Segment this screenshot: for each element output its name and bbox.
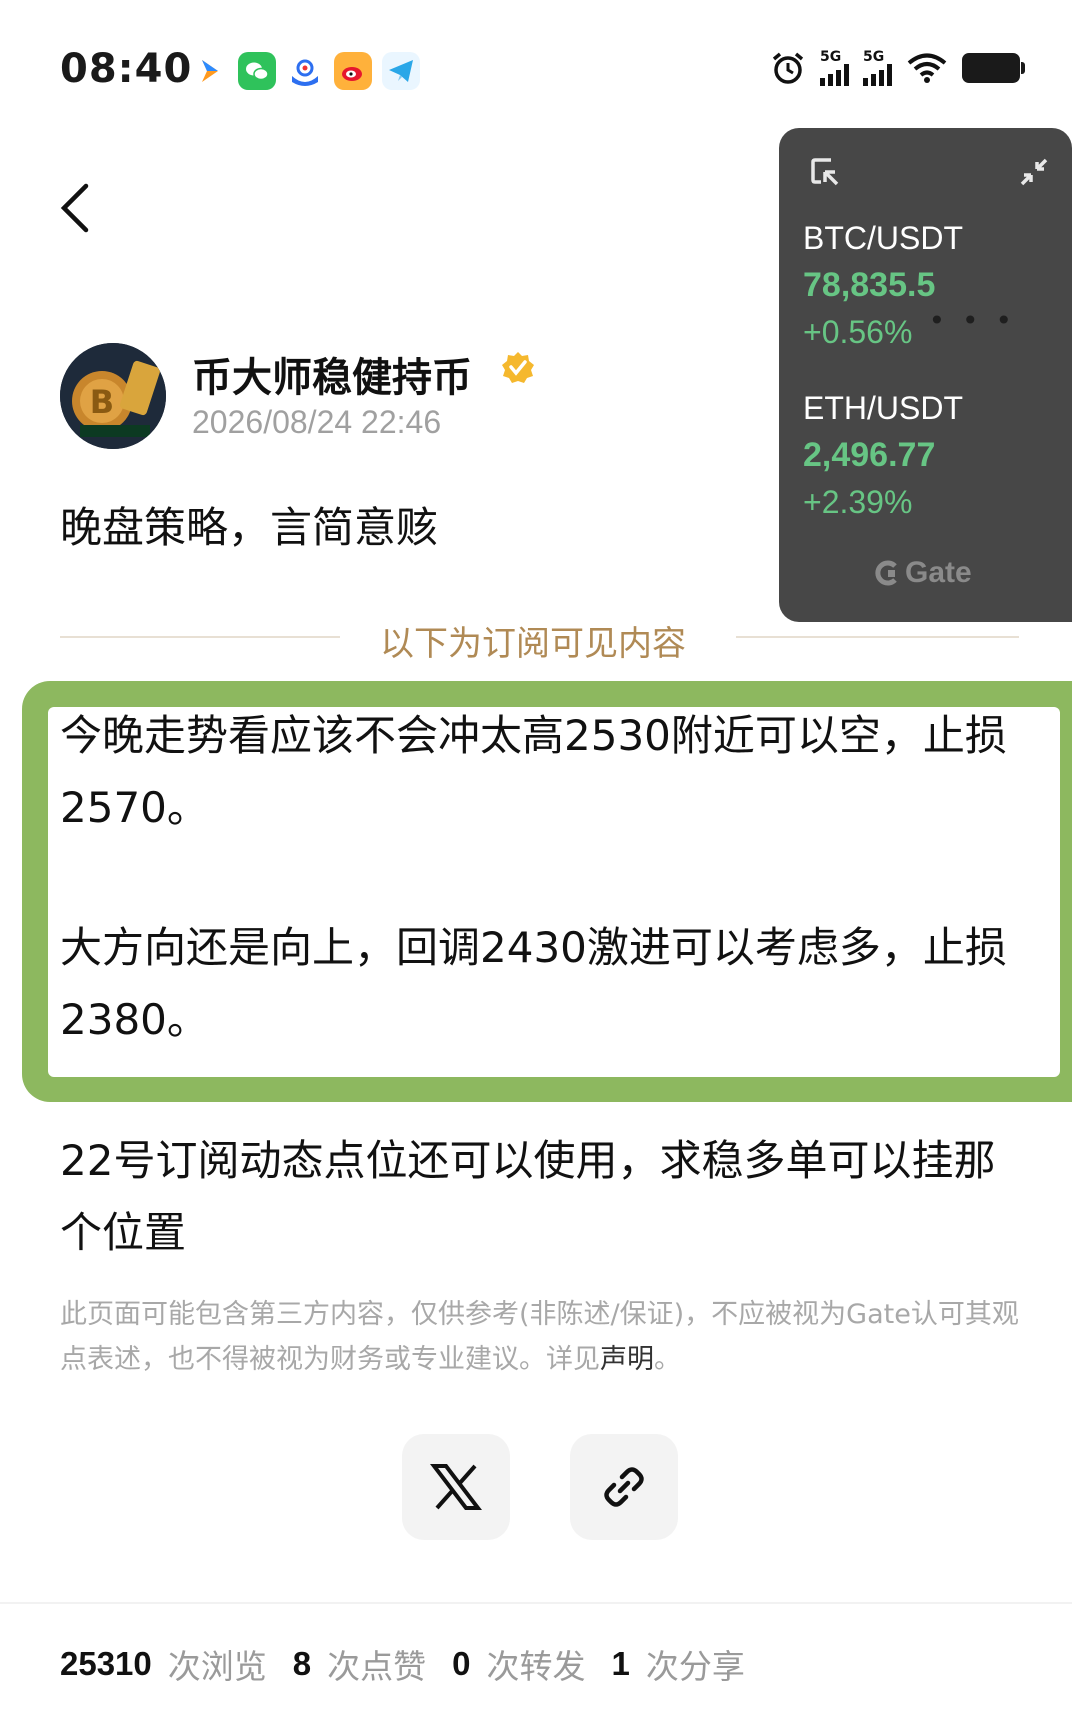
browser-app-icon [286,52,324,90]
disclaimer-link[interactable]: 声明 [600,1344,654,1375]
svg-text:B: B [90,383,114,421]
post-title: 晚盘策略，言简意赅 [60,503,439,552]
battery-icon [962,53,1025,83]
shares-label: 次分享 [645,1647,745,1686]
status-time: 08:40 [60,46,193,92]
copy-link-button[interactable] [570,1434,678,1540]
disclaimer: 此页面可能包含第三方内容，仅供参考(非陈述/保证)，不应被视为Gate认可其观点… [60,1292,1020,1382]
alarm-icon [772,52,804,84]
divider-line-left [60,636,340,638]
link-icon [604,1467,644,1507]
post-paragraph: 22号订阅动态点位还可以使用，求稳多单可以挂那个位置 [60,1136,996,1257]
price-widget[interactable]: • • • BTC/USDT 78,835.5 +0.56% ETH/USDT … [779,128,1072,622]
avatar[interactable]: B [60,343,166,449]
gate-brand-text: Gate [905,556,972,589]
pair-price: 2,496.77 [803,436,936,474]
reposts-label: 次转发 [486,1647,586,1686]
views-count: 25310 [60,1645,152,1682]
back-button[interactable] [56,180,106,240]
pair-change: +2.39% [803,484,913,520]
views-label: 次浏览 [167,1647,267,1686]
strategy-paragraph-1: 今晚走势看应该不会冲太高2530附近可以空，止损2570。 [60,711,1007,832]
gate-icon [875,560,897,586]
collapse-icon[interactable] [1018,156,1050,188]
pair-price: 78,835.5 [803,266,936,304]
shares-count: 1 [611,1645,630,1682]
cellular-signal-1: 5G [820,50,849,86]
arrow-app-icon [190,52,228,90]
pair-change: +0.56% [803,314,913,350]
notification-icons [190,52,420,90]
pair-name: BTC/USDT [803,220,963,256]
status-bar: 08:40 5G 5G [0,0,1072,140]
pair-name: ETH/USDT [803,390,963,426]
system-status: 5G 5G [770,50,1025,86]
telegram-icon [382,52,420,90]
post-stats: 25310 次浏览 8 次点赞 0 次转发 1 次分享 [60,1640,771,1688]
divider-line-right [736,636,1019,638]
disclaimer-end: 。 [654,1344,681,1375]
footer-divider [0,1602,1072,1604]
wechat-icon [238,52,276,90]
reposts-count: 0 [452,1645,471,1682]
verified-badge-icon [502,352,534,383]
disclaimer-text: 此页面可能包含第三方内容，仅供参考(非陈述/保证)，不应被视为Gate认可其观点… [60,1299,1019,1375]
subscriber-divider-text: 以下为订阅可见内容 [380,624,686,664]
cellular-signal-2: 5G [863,50,892,86]
strategy-paragraph-2: 大方向还是向上，回调2430激进可以考虑多，止损2380。 [60,923,1007,1044]
more-icon[interactable]: • • • [929,307,1016,335]
post-time: 2026/08/24 22:46 [192,404,442,440]
wifi-icon [907,53,947,83]
likes-count: 8 [292,1645,312,1682]
x-logo-icon [430,1464,482,1510]
share-x-button[interactable] [402,1434,510,1540]
weibo-icon [334,52,372,90]
author-name[interactable]: 币大师稳健持币 [192,345,472,403]
likes-label: 次点赞 [327,1647,427,1686]
chevron-left-icon [60,183,89,233]
gate-logo: Gate [875,556,972,590]
picture-in-picture-icon[interactable] [809,156,843,190]
